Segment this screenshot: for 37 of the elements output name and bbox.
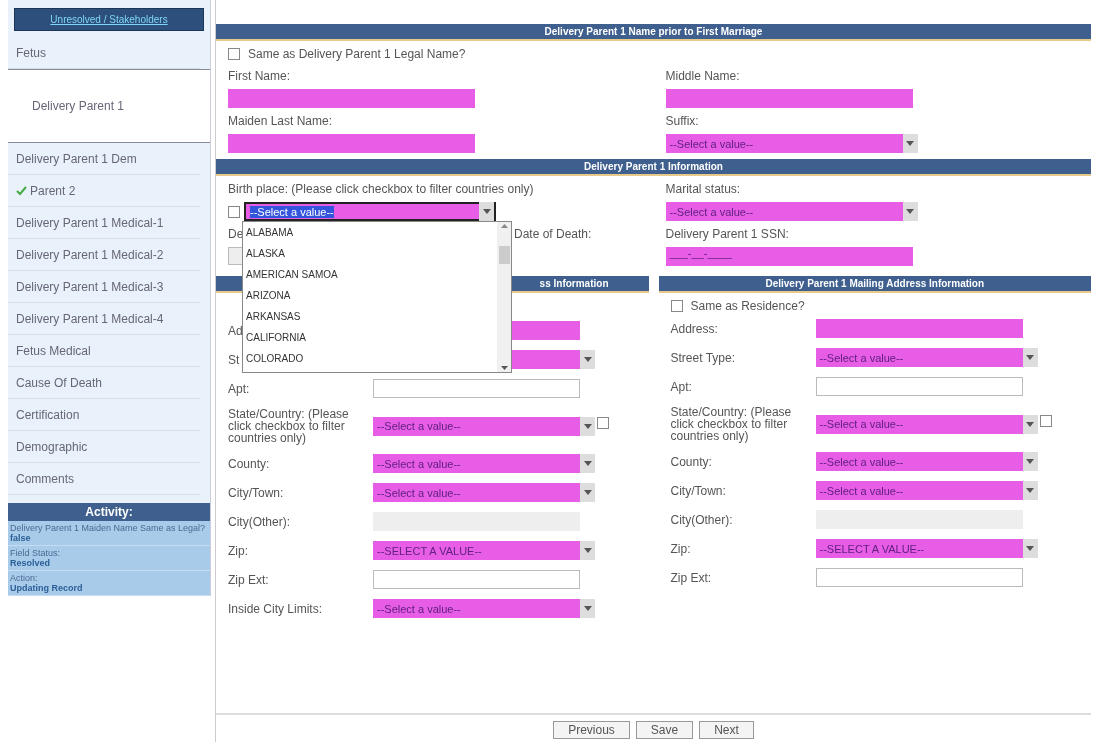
activity-entry: Delivery Parent 1 Maiden Name Same as Legal? false [8,521,210,546]
activity-header: Activity: [8,503,210,521]
field-label: First Name: [228,69,291,83]
field-label: Zip Ext: [670,571,712,584]
field-label: Inside City Limits: [228,602,323,615]
field-label: Delivery Parent 1 SSN: [665,227,790,241]
section-header: Delivery Parent 1 Name prior to First Marriage [216,24,1091,41]
field-label: City(Other): [670,513,733,526]
field-label: City/Town: [228,486,284,499]
field-label: St [228,353,240,366]
field-label: Apt: [670,380,692,393]
section-header: Delivery Parent 1 Mailing Address Information [658,276,1091,293]
field-label: Apt: [228,382,250,395]
checkbox-label: Same as Residence? [690,299,805,313]
field-label: Date of Death: [514,227,592,241]
checkbox-label: Same as Delivery Parent 1 Legal Name? [248,47,466,61]
field-label: Ad [228,324,243,337]
activity-entry: Action: Updating Record [8,571,210,596]
field-label: Zip: [228,544,248,557]
field-label: Maiden Last Name: [228,114,334,128]
activity-entry: Field Status: Resolved [8,546,210,571]
field-label: Street Type: [670,351,735,364]
field-label: County: [228,457,270,470]
field-label: Birth place: (Please click checkbox to filter countries only) [228,182,535,196]
field-label: County: [670,455,712,468]
field-label: State/Country: (Please click checkbox to filter countries only) [670,406,793,442]
section-header: Delivery Parent 1 Information [216,159,1091,176]
field-label: State/Country: (Please click checkbox to filter countries only) [228,408,350,444]
field-label: Middle Name: [665,69,741,83]
field-label: Suffix: [665,114,700,128]
field-label: City/Town: [670,484,726,497]
field-label: Zip Ext: [228,573,269,586]
field-label: Zip: [670,542,691,555]
field-label: Address: [670,322,718,335]
field-label: Marital status: [665,182,742,196]
field-label: City(Other): [228,515,290,528]
field-label: De [228,227,244,241]
